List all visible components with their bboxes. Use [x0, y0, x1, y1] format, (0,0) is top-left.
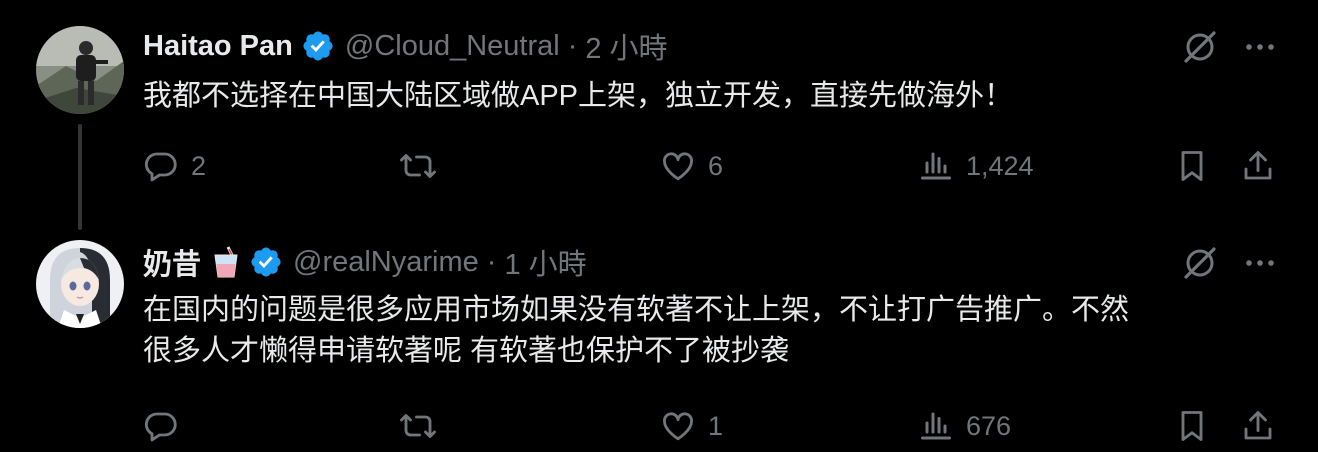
- like-icon: [660, 408, 696, 444]
- separator-dot: ·: [486, 245, 497, 278]
- share-icon: [1240, 408, 1276, 444]
- view-count: 676: [966, 410, 1012, 441]
- grok-icon[interactable]: [1180, 27, 1220, 67]
- tweet-text: 在国内的问题是很多应用市场如果没有软著不让上架，不让打广告推广。不然 很多人才懒…: [143, 294, 1130, 367]
- verified-badge-icon[interactable]: [301, 29, 335, 63]
- like-count: 6: [708, 150, 724, 181]
- share-icon: [1240, 148, 1276, 184]
- view-count: 1,424: [966, 150, 1034, 181]
- tweet[interactable]: 奶昔 @realNyarime · 1 小時 在国内的问题是很多应用市场如果没有…: [0, 226, 1318, 452]
- reply-button[interactable]: [143, 404, 191, 448]
- author-handle[interactable]: @realNyarime: [293, 246, 479, 279]
- repost-button[interactable]: [398, 144, 450, 188]
- views-icon: [918, 408, 954, 444]
- share-button[interactable]: [1240, 404, 1276, 448]
- milkshake-emoji: [211, 245, 241, 279]
- more-icon[interactable]: [1240, 243, 1280, 283]
- views-button[interactable]: 1,424: [918, 144, 1034, 188]
- author-name[interactable]: Haitao Pan: [143, 30, 293, 63]
- verified-badge-icon[interactable]: [249, 245, 283, 279]
- views-button[interactable]: 676: [918, 404, 1011, 448]
- like-icon: [660, 148, 696, 184]
- repost-icon: [398, 408, 438, 444]
- share-button[interactable]: [1240, 144, 1276, 188]
- bookmark-icon: [1174, 408, 1210, 444]
- tweet[interactable]: Haitao Pan @Cloud_Neutral · 2 小時 我都不选择在中…: [0, 0, 1318, 230]
- reply-button[interactable]: 2: [143, 144, 206, 188]
- tweet-actions: 2 6 1,424: [0, 144, 1318, 188]
- tweet-header: Haitao Pan @Cloud_Neutral · 2 小時: [143, 24, 668, 68]
- avatar[interactable]: [36, 26, 124, 114]
- tweet-text: 我都不选择在中国大陆区域做APP上架，独立开发，直接先做海外！: [143, 80, 1014, 112]
- author-name[interactable]: 奶昔: [143, 241, 201, 283]
- grok-icon[interactable]: [1180, 243, 1220, 283]
- reply-icon: [143, 148, 179, 184]
- avatar[interactable]: [36, 240, 124, 328]
- timestamp[interactable]: 1 小時: [504, 241, 586, 283]
- like-count: 1: [708, 410, 724, 441]
- repost-button[interactable]: [398, 404, 450, 448]
- like-button[interactable]: 1: [660, 404, 723, 448]
- author-handle[interactable]: @Cloud_Neutral: [345, 30, 560, 63]
- reply-count: 2: [191, 150, 207, 181]
- timestamp[interactable]: 2 小時: [585, 25, 667, 67]
- tweet-actions: 1 676: [0, 404, 1318, 448]
- bookmark-button[interactable]: [1174, 404, 1210, 448]
- separator-dot: ·: [567, 29, 578, 62]
- views-icon: [918, 148, 954, 184]
- like-button[interactable]: 6: [660, 144, 723, 188]
- tweet-header: 奶昔 @realNyarime · 1 小時: [143, 240, 587, 284]
- bookmark-icon: [1174, 148, 1210, 184]
- repost-icon: [398, 148, 438, 184]
- bookmark-button[interactable]: [1174, 144, 1210, 188]
- more-icon[interactable]: [1240, 27, 1280, 67]
- reply-icon: [143, 408, 179, 444]
